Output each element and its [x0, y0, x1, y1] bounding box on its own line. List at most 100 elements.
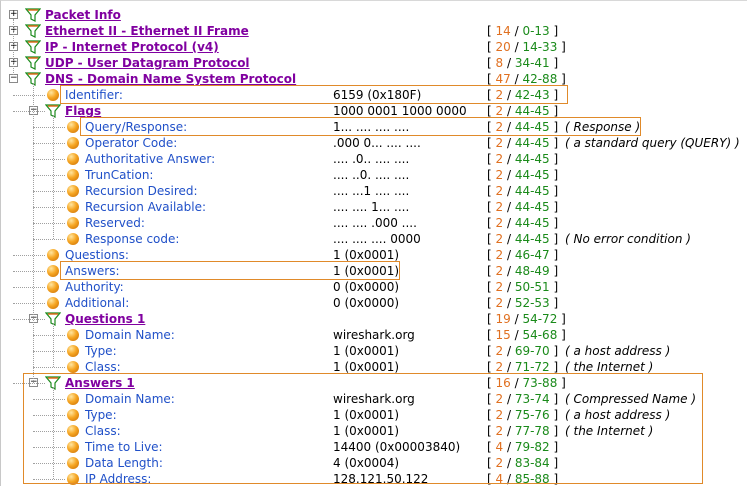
field-bullet-icon [67, 233, 79, 245]
collapse-icon[interactable]: − [9, 74, 18, 83]
tree-connector [33, 479, 65, 480]
field-row[interactable]: TrunCation: .... ..0. .... .... [ 2 / 44-4… [1, 167, 746, 183]
tree-connector [33, 143, 65, 144]
byte-offset: [ 2 / 44-45 ] [487, 152, 559, 166]
tree-node-row[interactable]: + IP - Internet Protocol (v4)[ 20 / 14-33… [1, 39, 746, 55]
field-value: 128.121.50.122 [333, 472, 429, 486]
field-row[interactable]: Class: 1 (0x0001) [ 2 / 77-78 ] ( the Inter… [1, 423, 746, 439]
field-row[interactable]: Additional: 0 (0x0000) [ 2 / 52-53 ] [1, 295, 746, 311]
byte-range: 85-88 [514, 472, 550, 486]
field-value: 1 (0x0001) [333, 424, 400, 438]
filter-icon [24, 40, 42, 54]
tree-node-row[interactable]: + Ethernet II - Ethernet II Frame[ 14 / 0… [1, 23, 746, 39]
field-label: Questions: [65, 248, 129, 262]
field-label: Class: [85, 424, 121, 438]
byte-offset: [ 2 / 44-45 ] [487, 104, 559, 118]
field-row[interactable]: Time to Live: 14400 (0x00003840) [ 4 / 79-… [1, 439, 746, 455]
field-label: Authority: [65, 280, 124, 294]
field-row[interactable]: Operator Code: .000 0... .... .... [ 2 / 4… [1, 135, 746, 151]
field-row[interactable]: Authority: 0 (0x0000) [ 2 / 50-51 ] [1, 279, 746, 295]
field-row[interactable]: Type: 1 (0x0001) [ 2 / 75-76 ] ( a host add… [1, 407, 746, 423]
field-value: .000 0... .... .... [333, 136, 421, 150]
field-label: Recursion Available: [85, 200, 207, 214]
field-row[interactable]: Authoritative Answer: .... .0.. .... ....… [1, 151, 746, 167]
byte-range: 44-45 [514, 120, 550, 134]
byte-range: 44-45 [514, 200, 550, 214]
byte-offset: [ 16 / 73-88 ] [487, 376, 566, 390]
field-label: Type: [85, 408, 117, 422]
tree-connector [33, 127, 65, 128]
byte-length: 20 [495, 40, 511, 54]
byte-offset: [ 2 / 44-45 ] [487, 168, 559, 182]
field-label: Authoritative Answer: [85, 152, 216, 166]
tree-node-row[interactable]: − Answers 1[ 16 / 73-88 ] [1, 375, 746, 391]
byte-length: 2 [495, 264, 504, 278]
field-row[interactable]: Type: 1 (0x0001) [ 2 / 69-70 ] ( a host add… [1, 343, 746, 359]
tree-node-row[interactable]: + UDP - User Datagram Protocol[ 8 / 34-41… [1, 55, 746, 71]
field-row[interactable]: Recursion Available: .... .... 1... .... [… [1, 199, 746, 215]
field-value: 1... .... .... .... [333, 120, 410, 134]
tree-node-row[interactable]: − Questions 1[ 19 / 54-72 ] [1, 311, 746, 327]
tree-node-row[interactable]: − Flags 1000 0001 1000 0000[ 2 / 44-45 ] [1, 103, 746, 119]
field-row[interactable]: Questions: 1 (0x0001) [ 2 / 46-47 ] [1, 247, 746, 263]
field-row[interactable]: Domain Name: wireshark.org [ 15 / 54-68 ] [1, 327, 746, 343]
field-row[interactable]: Response code: .... .... .... 0000 [ 2 / 4… [1, 231, 746, 247]
byte-length: 19 [495, 312, 511, 326]
field-value: .... .... .000 .... [333, 216, 417, 230]
byte-range: 71-72 [514, 360, 550, 374]
field-label: Identifier: [65, 88, 123, 102]
field-bullet-icon [47, 265, 59, 277]
field-row[interactable]: Domain Name: wireshark.org [ 2 / 73-74 ] ( … [1, 391, 746, 407]
byte-range: 79-82 [514, 440, 550, 454]
tree-connector [13, 383, 45, 384]
field-row[interactable]: Reserved: .... .... .000 .... [ 2 / 44-45 … [1, 215, 746, 231]
byte-offset: [ 2 / 75-76 ] [487, 408, 559, 422]
byte-offset: [ 4 / 85-88 ] [487, 472, 559, 486]
byte-length: 4 [495, 472, 504, 486]
byte-length: 2 [495, 280, 504, 294]
field-row[interactable]: Query/Response: 1... .... .... .... [ 2 / … [1, 119, 746, 135]
field-label: TrunCation: [85, 168, 154, 182]
field-value: 1000 0001 1000 0000 [333, 104, 467, 118]
section-label: Ethernet II - Ethernet II Frame [45, 24, 249, 38]
field-label: Additional: [65, 296, 130, 310]
byte-length: 2 [495, 360, 504, 374]
byte-length: 2 [495, 456, 504, 470]
tree-connector [33, 335, 65, 336]
byte-offset: [ 15 / 54-68 ] [487, 328, 566, 342]
field-row[interactable]: Class: 1 (0x0001) [ 2 / 71-72 ] ( the Inter… [1, 359, 746, 375]
tree-connector [13, 319, 45, 320]
field-label: Data Length: [85, 456, 163, 470]
field-row[interactable]: Recursion Desired: .... ...1 .... .... [ 2… [1, 183, 746, 199]
field-annotation: ( Response ) [565, 120, 641, 134]
tree-connector [33, 223, 65, 224]
field-row[interactable]: Identifier: 6159 (0x180F) [ 2 / 42-43 ] [1, 87, 746, 103]
field-row[interactable]: Data Length: 4 (0x0004) [ 2 / 83-84 ] [1, 455, 746, 471]
tree-connector [33, 447, 65, 448]
tree-connector [33, 191, 65, 192]
byte-range: 46-47 [514, 248, 550, 262]
field-row[interactable]: IP Address: 128.121.50.122 [ 4 / 85-88 ] [1, 471, 746, 487]
expand-icon[interactable]: + [9, 10, 18, 19]
byte-length: 14 [495, 24, 511, 38]
field-annotation: ( the Internet ) [565, 424, 654, 438]
field-label: Operator Code: [85, 136, 178, 150]
tree-node-row[interactable]: + Packet Info [1, 7, 746, 23]
byte-length: 8 [495, 56, 504, 70]
byte-range: 44-45 [514, 152, 550, 166]
tree-node-row[interactable]: − DNS - Domain Name System Protocol [ 47 /… [1, 71, 746, 87]
section-label: Questions 1 [65, 312, 146, 326]
field-label: Class: [85, 360, 121, 374]
field-row[interactable]: Answers: 1 (0x0001) [ 2 / 48-49 ] [1, 263, 746, 279]
byte-range: 34-41 [514, 56, 550, 70]
field-value: 14400 (0x00003840) [333, 440, 461, 454]
byte-offset: [ 2 / 44-45 ] [487, 184, 559, 198]
byte-offset: [ 2 / 50-51 ] [487, 280, 559, 294]
byte-length: 2 [495, 424, 504, 438]
field-bullet-icon [67, 153, 79, 165]
field-bullet-icon [67, 201, 79, 213]
byte-offset: [ 2 / 44-45 ] [487, 232, 559, 246]
field-value: 0 (0x0000) [333, 280, 400, 294]
byte-range: 50-51 [514, 280, 550, 294]
field-bullet-icon [67, 409, 79, 421]
